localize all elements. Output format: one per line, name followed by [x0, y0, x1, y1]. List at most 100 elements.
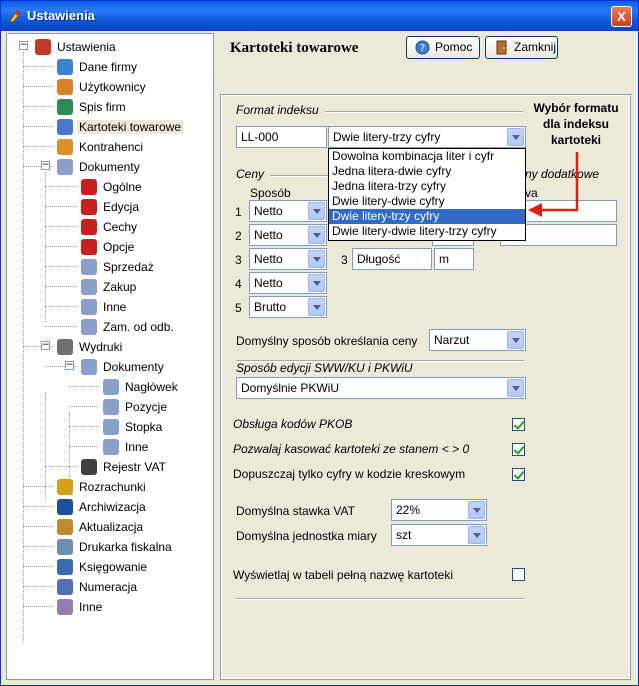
tree-item[interactable]: Kontrahenci	[57, 137, 145, 155]
documents-icon	[81, 318, 97, 335]
chevron-down-icon[interactable]	[468, 501, 485, 519]
printer-icon	[57, 338, 73, 355]
unit-select[interactable]: szt	[391, 524, 487, 546]
tree-item[interactable]: Kartoteki towarowe	[57, 117, 184, 135]
dropdown-option[interactable]: Dowolna kombinacja liter i cyfr	[329, 149, 525, 164]
dropdown-option[interactable]: Dwie litery-dwie litery-trzy cyfry	[329, 224, 525, 239]
chevron-down-icon[interactable]	[308, 274, 325, 292]
tree-connector	[69, 406, 99, 407]
tree-item[interactable]: Stopka	[103, 417, 164, 435]
extra-row3-num: 3	[341, 253, 348, 267]
tree-item[interactable]: Aktualizacja	[57, 517, 145, 535]
tree-item[interactable]: Inne	[81, 297, 128, 315]
tree-item[interactable]: Księgowanie	[57, 557, 149, 575]
tree-item[interactable]: Rejestr VAT	[81, 457, 168, 475]
tree-item[interactable]: Nagłówek	[103, 377, 180, 395]
price-method-row-select[interactable]: Brutto	[249, 296, 327, 318]
window-close-button[interactable]: X	[611, 6, 632, 27]
option-checkbox[interactable]	[512, 443, 525, 456]
tree-item[interactable]: Drukarka fiskalna	[57, 537, 174, 555]
tree-item[interactable]: Pozycje	[103, 397, 169, 415]
tree-item[interactable]: Wydruki	[57, 337, 124, 355]
tree-item-label: Opcje	[103, 239, 135, 254]
settings-tree: Ustawienia − Dane firmy Użytkownicy Spis fir…	[6, 33, 214, 680]
tree-item[interactable]: Inne	[57, 597, 104, 615]
tree-item[interactable]: Ustawienia	[35, 37, 118, 55]
extra-name-3[interactable]: Długość	[352, 248, 432, 270]
tree-item[interactable]: Cechy	[81, 217, 139, 235]
sww-select[interactable]: Domyślnie PKWiU	[236, 377, 526, 399]
tree-item[interactable]: Ogólne	[81, 177, 144, 195]
tree-expander[interactable]: −	[65, 361, 74, 370]
price-method-row-select[interactable]: Netto	[249, 224, 327, 246]
tree-item[interactable]: Spis firm	[57, 97, 128, 115]
option-label: Dopuszczaj tylko cyfry w kodzie kreskowy…	[233, 467, 466, 481]
price-row-num: 2	[235, 229, 242, 243]
index-format-select[interactable]: Dwie litery-trzy cyfry	[328, 126, 526, 148]
tree-item[interactable]: Dokumenty	[81, 357, 166, 375]
doc-red-icon	[81, 218, 97, 235]
tree-item[interactable]: Edycja	[81, 197, 141, 215]
tree-item[interactable]: Dane firmy	[57, 57, 139, 75]
numbering-icon	[57, 578, 73, 595]
tree-item[interactable]: Użytkownicy	[57, 77, 148, 95]
option-checkbox[interactable]	[512, 418, 525, 431]
tree-item[interactable]: Sprzedaż	[81, 257, 156, 275]
tree-connector	[69, 446, 99, 447]
tree-item-label: Inne	[103, 299, 127, 314]
tree-item[interactable]: Archiwizacja	[57, 497, 148, 515]
tree-connector	[23, 586, 53, 587]
tree-item-label: Spis firm	[79, 99, 126, 114]
chevron-down-icon[interactable]	[308, 202, 325, 220]
tree-item[interactable]: Dokumenty	[57, 157, 142, 175]
price-row-num: 5	[235, 301, 242, 315]
price-row-value: Netto	[254, 252, 283, 266]
svg-text:?: ?	[420, 43, 425, 54]
price-method-row-select[interactable]: Netto	[249, 272, 327, 294]
extra-unit-3[interactable]: m	[434, 248, 474, 270]
tree-item[interactable]: Zakup	[81, 277, 138, 295]
chevron-down-icon[interactable]	[507, 331, 524, 349]
tree-item-label: Drukarka fiskalna	[79, 539, 172, 554]
fullname-checkbox[interactable]	[512, 568, 525, 581]
chevron-down-icon[interactable]	[507, 379, 524, 397]
books-icon	[57, 98, 73, 115]
tree-expander[interactable]: −	[41, 341, 50, 350]
tree-guide	[45, 172, 46, 322]
price-method-row-select[interactable]: Netto	[249, 248, 327, 270]
tree-connector	[45, 186, 77, 187]
help-button[interactable]: ? Pomoc	[406, 36, 480, 59]
tree-item[interactable]: Zam. od odb.	[81, 317, 176, 335]
dropdown-option[interactable]: Dwie litery-trzy cyfry	[329, 209, 525, 224]
chevron-down-icon[interactable]	[308, 226, 325, 244]
close-button[interactable]: Zamknij	[485, 36, 558, 59]
chevron-down-icon[interactable]	[468, 526, 485, 544]
dropdown-option[interactable]: Dwie litery-dwie cyfry	[329, 194, 525, 209]
price-method-select[interactable]: Narzut	[429, 329, 526, 351]
tree-item[interactable]: Numeracja	[57, 577, 139, 595]
tree-item[interactable]: Opcje	[81, 237, 136, 255]
chevron-down-icon[interactable]	[308, 250, 325, 268]
documents-icon	[103, 378, 119, 395]
chevron-down-icon[interactable]	[308, 298, 325, 316]
tree-item[interactable]: Inne	[103, 437, 150, 455]
price-row-value: Brutto	[254, 300, 287, 314]
index-format-input[interactable]: LL-000	[236, 126, 327, 148]
tree-item[interactable]: Rozrachunki	[57, 477, 148, 495]
option-checkbox[interactable]	[512, 468, 525, 481]
vat-select[interactable]: 22%	[391, 499, 487, 521]
tree-item-label: Wydruki	[79, 339, 123, 354]
tree-item-label: Inne	[125, 439, 149, 454]
price-method-row-select[interactable]: Netto	[249, 200, 327, 222]
documents-icon	[103, 438, 119, 455]
tree-item-label: Pozycje	[125, 399, 168, 414]
tree-item-label: Cechy	[103, 219, 138, 234]
tree-expander[interactable]: −	[19, 41, 28, 50]
money-icon	[57, 478, 73, 495]
doc-red-icon	[81, 198, 97, 215]
dropdown-option[interactable]: Jedna litera-trzy cyfry	[329, 179, 525, 194]
index-format-dropdown[interactable]: Dowolna kombinacja liter i cyfr Jedna lit…	[328, 148, 526, 241]
price-row-value: Netto	[254, 276, 283, 290]
tree-expander[interactable]: −	[41, 161, 50, 170]
dropdown-option[interactable]: Jedna litera-dwie cyfry	[329, 164, 525, 179]
